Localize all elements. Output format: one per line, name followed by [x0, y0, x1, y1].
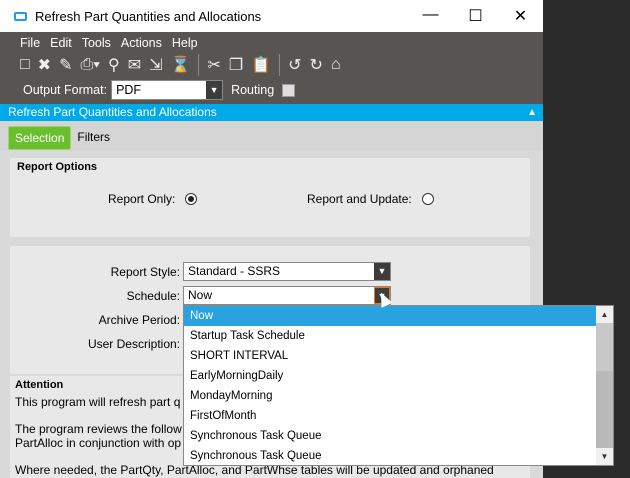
report-options-title: Report Options — [17, 161, 98, 173]
new-icon[interactable]: □ — [20, 56, 30, 74]
list-item[interactable]: Synchronous Task Queue — [184, 446, 597, 466]
app-icon — [14, 11, 27, 21]
chevron-down-icon[interactable]: ▼ — [206, 81, 223, 99]
report-only-radio[interactable] — [185, 193, 197, 205]
routing-checkbox[interactable] — [282, 83, 296, 97]
window-title: Refresh Part Quantities and Allocations — [35, 8, 262, 24]
output-format-value: PDF — [116, 83, 142, 97]
scroll-down-icon[interactable]: ▼ — [596, 448, 613, 465]
toolbar-divider — [198, 54, 200, 76]
delete-icon[interactable]: ✖ — [38, 55, 51, 75]
back-icon[interactable]: ↺ — [288, 55, 301, 75]
panel-header: Refresh Part Quantities and Allocations ▲ — [0, 104, 543, 121]
forward-icon[interactable]: ↻ — [310, 55, 323, 75]
menu-actions[interactable]: Actions — [121, 36, 162, 50]
menu-edit[interactable]: Edit — [50, 36, 72, 50]
menu-file[interactable]: File — [20, 36, 40, 50]
routing-label: Routing — [231, 83, 275, 97]
panel-title: Refresh Part Quantities and Allocations — [8, 105, 217, 119]
pin-icon[interactable]: ▲ — [527, 104, 537, 121]
schedule-label: Schedule: — [126, 289, 180, 303]
menu-tools[interactable]: Tools — [82, 36, 111, 50]
schedule-icon[interactable]: ⌛ — [171, 55, 191, 75]
scrollbar-thumb[interactable] — [596, 323, 613, 371]
title-bar: Refresh Part Quantities and Allocations … — [0, 0, 543, 32]
paste-icon[interactable]: 📋 — [251, 55, 271, 75]
report-only-label: Report Only: — [108, 192, 176, 206]
tab-selection[interactable]: Selection — [8, 126, 72, 150]
user-description-label: User Description: — [87, 337, 180, 351]
print-icon[interactable]: ⎙▾ — [80, 56, 100, 74]
report-update-label: Report and Update: — [307, 192, 412, 206]
clear-icon[interactable]: ✎ — [59, 55, 72, 75]
print-preview-icon[interactable]: ⚲ — [108, 55, 120, 75]
archive-period-label: Archive Period: — [98, 313, 180, 327]
home-icon[interactable]: ⌂ — [331, 56, 341, 74]
report-style-value: Standard - SSRS — [188, 264, 281, 278]
list-item[interactable]: EarlyMorningDaily — [184, 366, 597, 386]
scrollbar[interactable]: ▲ ▼ — [596, 306, 613, 465]
copy-icon[interactable]: ❐ — [229, 55, 243, 75]
report-style-select[interactable]: Standard - SSRS ▼ — [183, 262, 391, 281]
schedule-value: Now — [188, 288, 213, 302]
output-format-label: Output Format: — [23, 83, 108, 97]
minimize-button[interactable]: — — [408, 6, 453, 26]
report-style-label: Report Style: — [110, 265, 180, 279]
submit-icon[interactable]: ⇲ — [149, 55, 162, 75]
scroll-up-icon[interactable]: ▲ — [596, 306, 613, 323]
close-button[interactable]: ✕ — [498, 6, 543, 26]
toolbar-area: File Edit Tools Actions Help □ ✖ ✎ ⎙▾ ⚲ … — [0, 32, 543, 104]
list-item[interactable]: Startup Task Schedule — [184, 326, 597, 346]
list-item[interactable]: Now — [184, 306, 597, 326]
schedule-select[interactable]: Now ▼ — [183, 286, 391, 305]
email-icon[interactable]: ✉ — [128, 55, 141, 75]
maximize-button[interactable]: ☐ — [453, 6, 498, 26]
list-item[interactable]: SHORT INTERVAL — [184, 346, 597, 366]
list-item[interactable]: Synchronous Task Queue — [184, 426, 597, 446]
list-item[interactable]: MondayMorning — [184, 386, 597, 406]
menu-help[interactable]: Help — [172, 36, 198, 50]
cut-icon[interactable]: ✂ — [207, 55, 220, 75]
toolbar-divider — [279, 54, 281, 76]
scrollbar-track[interactable] — [596, 371, 613, 448]
schedule-dropdown-list: Now Startup Task Schedule SHORT INTERVAL… — [183, 305, 614, 466]
chevron-down-icon[interactable]: ▼ — [374, 263, 390, 280]
report-options-panel: Report Options Report Only: Report and U… — [10, 158, 530, 237]
output-format-select[interactable]: PDF ▼ — [111, 80, 224, 100]
tab-filters[interactable]: Filters — [71, 126, 116, 150]
report-update-radio[interactable] — [422, 193, 434, 205]
list-item[interactable]: FirstOfMonth — [184, 406, 597, 426]
